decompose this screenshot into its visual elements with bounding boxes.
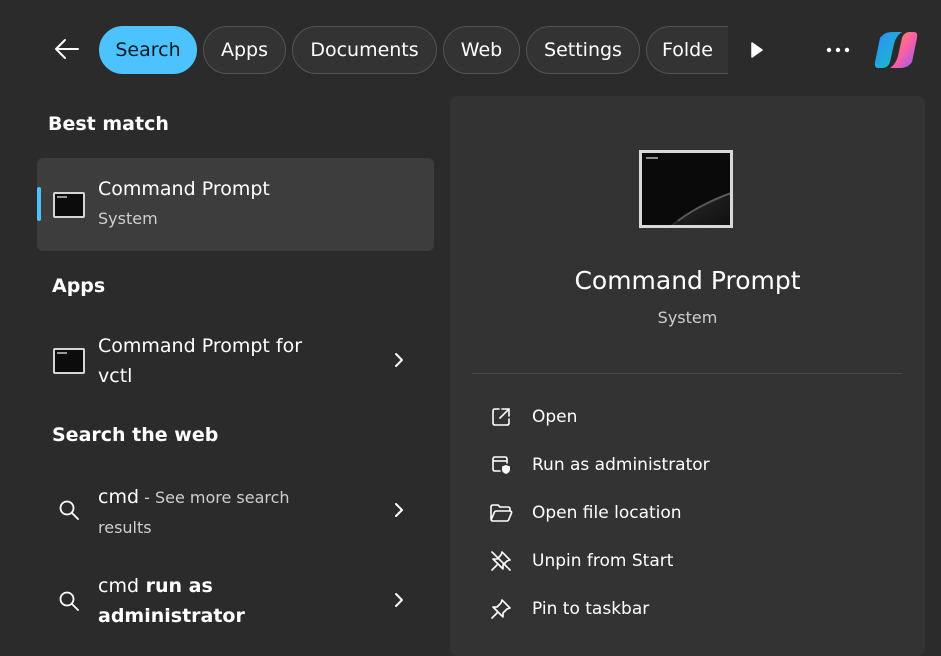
- pin-icon: [470, 597, 532, 621]
- web-result-line1: cmd run as: [98, 575, 213, 597]
- filter-web[interactable]: Web: [443, 26, 520, 74]
- action-open[interactable]: Open: [470, 397, 900, 437]
- app-result-line1: Command Prompt for: [98, 335, 303, 357]
- command-prompt-icon: [53, 348, 85, 374]
- filter-apps[interactable]: Apps: [203, 26, 286, 74]
- best-match-heading: Best match: [48, 113, 169, 135]
- web-suffix: run as: [139, 575, 213, 597]
- back-button[interactable]: [50, 32, 84, 66]
- action-pin-to-taskbar[interactable]: Pin to taskbar: [470, 589, 900, 629]
- shield-window-icon: [470, 454, 532, 476]
- detail-subtitle: System: [657, 308, 718, 327]
- scroll-filters-button[interactable]: [744, 36, 770, 64]
- app-result-line2: vctl: [98, 365, 133, 387]
- filter-folders[interactable]: Folde: [646, 26, 728, 74]
- divider: [472, 373, 902, 374]
- chevron-right-icon: [392, 350, 406, 370]
- best-match-subtitle: System: [98, 209, 158, 228]
- best-match-result[interactable]: [37, 158, 434, 251]
- selection-indicator: [37, 187, 41, 221]
- web-result-line2: administrator: [98, 605, 245, 627]
- command-prompt-icon: [53, 192, 85, 218]
- filter-documents[interactable]: Documents: [292, 26, 437, 74]
- action-unpin-from-start[interactable]: Unpin from Start: [470, 541, 900, 581]
- chevron-right-icon: [392, 590, 406, 610]
- web-result-line1: cmd - See more search: [98, 486, 290, 508]
- web-query: cmd: [98, 486, 140, 508]
- best-match-title: Command Prompt: [98, 178, 270, 200]
- play-icon: [751, 42, 763, 58]
- filter-search[interactable]: Search: [99, 26, 197, 74]
- command-prompt-large-icon: [639, 150, 733, 228]
- action-label: Unpin from Start: [532, 551, 674, 571]
- action-run-as-admin[interactable]: Run as administrator: [470, 445, 900, 485]
- search-icon: [58, 499, 80, 525]
- action-label: Pin to taskbar: [532, 599, 650, 619]
- search-web-heading: Search the web: [52, 424, 219, 446]
- search-icon: [58, 590, 80, 616]
- web-suffix: - See more search: [139, 488, 290, 507]
- action-label: Run as administrator: [532, 455, 710, 475]
- web-result-line2: results: [98, 518, 152, 537]
- open-external-icon: [470, 406, 532, 428]
- chevron-right-icon: [392, 500, 406, 520]
- web-query: cmd: [98, 575, 140, 597]
- folder-icon: [470, 503, 532, 523]
- action-label: Open: [532, 407, 578, 427]
- more-dots-icon: [826, 47, 850, 53]
- apps-heading: Apps: [52, 275, 106, 297]
- unpin-icon: [470, 549, 532, 573]
- copilot-button[interactable]: [872, 28, 920, 72]
- more-options-button[interactable]: [822, 36, 854, 64]
- filter-settings[interactable]: Settings: [526, 26, 640, 74]
- copilot-icon: [874, 32, 918, 68]
- detail-title: Command Prompt: [574, 266, 801, 295]
- action-label: Open file location: [532, 503, 682, 523]
- action-open-file-location[interactable]: Open file location: [470, 493, 900, 533]
- back-arrow-icon: [55, 39, 79, 59]
